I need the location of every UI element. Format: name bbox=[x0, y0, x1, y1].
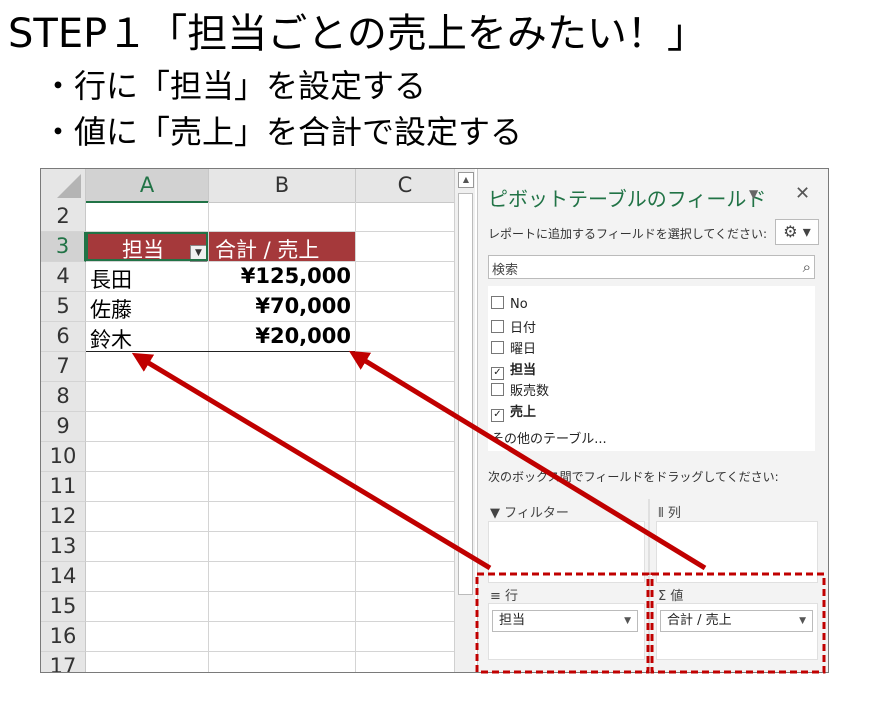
gridline bbox=[86, 411, 456, 412]
pivot-field-pane: ピボットテーブルのフィールド ▼ ✕ レポートに追加するフィールドを選択してくだ… bbox=[477, 169, 828, 672]
row-header-11[interactable]: 11 bbox=[41, 472, 86, 502]
scroll-thumb[interactable] bbox=[458, 193, 473, 595]
pivot-row-value[interactable]: ¥125,000 bbox=[209, 264, 351, 288]
checkbox-checked-icon[interactable]: ✓ bbox=[491, 409, 504, 422]
chevron-down-icon[interactable]: ▼ bbox=[624, 611, 631, 631]
row-header-4[interactable]: 4 bbox=[41, 262, 86, 292]
values-area-item[interactable]: 合計 / 売上 ▼ bbox=[660, 610, 813, 632]
pane-hint: レポートに追加するフィールドを選択してください: bbox=[488, 227, 768, 241]
gridline bbox=[86, 381, 456, 382]
field-item[interactable]: 日付 bbox=[491, 317, 536, 336]
chevron-down-icon[interactable]: ▼ bbox=[799, 611, 806, 631]
sigma-icon: Σ bbox=[658, 589, 667, 604]
area-divider bbox=[648, 499, 650, 669]
row-header-8[interactable]: 8 bbox=[41, 382, 86, 412]
filter-area-drop[interactable] bbox=[488, 521, 645, 583]
checkbox-checked-icon[interactable]: ✓ bbox=[491, 367, 504, 380]
column-header-a[interactable]: A bbox=[86, 169, 209, 203]
checkbox-icon[interactable] bbox=[491, 341, 504, 354]
column-header-c[interactable]: C bbox=[356, 169, 455, 203]
row-header-7[interactable]: 7 bbox=[41, 352, 86, 382]
search-icon[interactable]: ⌕ bbox=[803, 258, 811, 276]
instruction-rows: ・行に「担当」を設定する bbox=[42, 67, 427, 105]
field-item[interactable]: No bbox=[491, 296, 528, 312]
field-item[interactable]: 曜日 bbox=[491, 338, 536, 357]
checkbox-icon[interactable] bbox=[491, 320, 504, 333]
row-header-15[interactable]: 15 bbox=[41, 592, 86, 622]
search-input[interactable]: 検索 ⌕ bbox=[488, 255, 815, 279]
field-item[interactable]: 販売数 bbox=[491, 380, 549, 399]
other-tables-link[interactable]: その他のテーブル... bbox=[491, 428, 607, 447]
gridline bbox=[86, 291, 456, 292]
rows-area-drop[interactable]: 担当 ▼ bbox=[488, 603, 645, 660]
excel-window: A B C 2 3 4 5 6 7 8 9 10 11 12 13 14 15 16 17 担当 ▼ 合計 /… bbox=[40, 168, 829, 673]
checkbox-icon[interactable] bbox=[491, 383, 504, 396]
filter-icon: ▼ bbox=[490, 506, 500, 521]
columns-area-header: ⦀ 列 bbox=[658, 506, 681, 521]
row-header-6[interactable]: 6 bbox=[41, 322, 86, 352]
drag-hint: 次のボックス間でフィールドをドラッグしてください: bbox=[488, 470, 779, 484]
gridline bbox=[86, 591, 456, 592]
column-header-b[interactable]: B bbox=[209, 169, 356, 203]
columns-area-drop[interactable] bbox=[656, 521, 818, 583]
step-title: STEP１「担当ごとの売上をみたい！」 bbox=[8, 11, 707, 57]
row-header-10[interactable]: 10 bbox=[41, 442, 86, 472]
active-cell-border bbox=[86, 232, 208, 261]
pivot-row-name[interactable]: 佐藤 bbox=[90, 294, 132, 324]
row-header-9[interactable]: 9 bbox=[41, 412, 86, 442]
row-header-5[interactable]: 5 bbox=[41, 292, 86, 322]
checkbox-icon[interactable] bbox=[491, 296, 504, 309]
gridline bbox=[86, 471, 456, 472]
instruction-values: ・値に「売上」を合計で設定する bbox=[42, 113, 523, 151]
row-header-12[interactable]: 12 bbox=[41, 502, 86, 532]
pivot-row-name[interactable]: 鈴木 bbox=[90, 324, 132, 354]
gridline bbox=[86, 501, 456, 502]
pivot-row-name[interactable]: 長田 bbox=[90, 264, 132, 294]
values-area-drop[interactable]: 合計 / 売上 ▼ bbox=[656, 603, 818, 660]
gear-icon[interactable]: ⚙ ▾ bbox=[775, 219, 819, 245]
gridline bbox=[86, 531, 456, 532]
chevron-down-icon[interactable]: ▼ bbox=[749, 187, 758, 201]
row-header-16[interactable]: 16 bbox=[41, 622, 86, 652]
field-item[interactable]: ✓ 売上 bbox=[491, 401, 536, 422]
pivot-row-value[interactable]: ¥70,000 bbox=[209, 294, 351, 318]
row-header-13[interactable]: 13 bbox=[41, 532, 86, 562]
search-placeholder: 検索 bbox=[492, 263, 519, 278]
pivot-row-value[interactable]: ¥20,000 bbox=[209, 324, 351, 348]
rows-icon: ≡ bbox=[490, 589, 501, 604]
gridline bbox=[86, 441, 456, 442]
gridline bbox=[86, 651, 456, 652]
pivot-total-line bbox=[86, 351, 355, 352]
row-header-2[interactable]: 2 bbox=[41, 202, 86, 232]
pane-title: ピボットテーブルのフィールド bbox=[488, 187, 767, 211]
filter-area-header: ▼ フィルター bbox=[490, 506, 569, 521]
rows-area-header: ≡ 行 bbox=[490, 589, 519, 604]
field-item[interactable]: ✓ 担当 bbox=[491, 359, 536, 380]
vertical-scrollbar[interactable]: ▲ bbox=[454, 169, 475, 672]
gridline bbox=[86, 321, 456, 322]
row-header-3[interactable]: 3 bbox=[41, 232, 86, 262]
values-area-header: Σ 値 bbox=[658, 589, 684, 604]
field-list: No 日付 曜日 ✓ 担当 販売数 ✓ 売上 その他のテーブル... bbox=[488, 286, 815, 451]
gridline bbox=[86, 621, 456, 622]
columns-icon: ⦀ bbox=[658, 506, 664, 521]
rows-area-item[interactable]: 担当 ▼ bbox=[492, 610, 638, 632]
scroll-up-icon[interactable]: ▲ bbox=[458, 172, 474, 188]
row-header-14[interactable]: 14 bbox=[41, 562, 86, 592]
gridline bbox=[86, 561, 456, 562]
pivot-header-value-label[interactable]: 合計 / 売上 bbox=[209, 232, 355, 262]
row-header-17[interactable]: 17 bbox=[41, 652, 86, 672]
select-all-corner[interactable] bbox=[41, 169, 86, 203]
close-icon[interactable]: ✕ bbox=[795, 183, 810, 204]
